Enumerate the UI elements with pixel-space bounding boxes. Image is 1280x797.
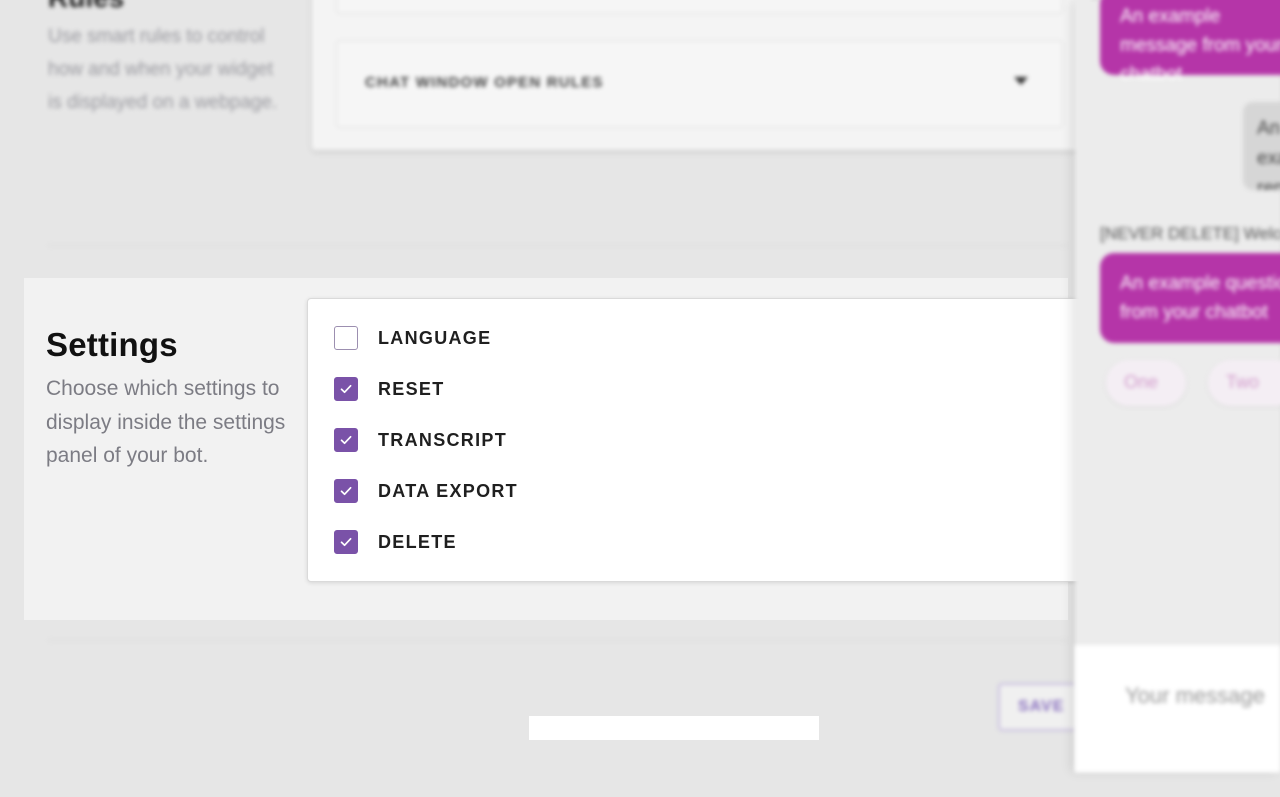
section-divider	[48, 640, 1068, 641]
option-transcript[interactable]: TRANSCRIPT	[334, 427, 507, 453]
checkmark-icon	[340, 486, 352, 496]
option-delete[interactable]: DELETE	[334, 529, 457, 555]
language-checkbox[interactable]	[334, 326, 358, 350]
message-input[interactable]: Your message	[1125, 683, 1265, 709]
chevron-down-icon	[1014, 77, 1028, 85]
rules-description: Use smart rules to control how and when …	[48, 26, 278, 113]
rules-previous-dropdown[interactable]	[336, 0, 1063, 14]
settings-title: Settings	[46, 326, 178, 363]
section-divider	[48, 245, 1068, 246]
checkmark-icon	[340, 435, 352, 445]
data-export-checkbox[interactable]	[334, 479, 358, 503]
chat-composer[interactable]: Your message	[1075, 645, 1280, 772]
checkmark-icon	[340, 384, 352, 394]
chat-window-open-rules-dropdown[interactable]: CHAT WINDOW OPEN RULES	[336, 40, 1063, 128]
quick-reply-two[interactable]: Two	[1208, 360, 1280, 406]
option-label: TRANSCRIPT	[378, 429, 507, 450]
user-message-bubble: An example reply to your chatbot	[1243, 102, 1280, 190]
rules-heading: Rules	[48, 0, 124, 14]
option-reset[interactable]: RESET	[334, 376, 445, 402]
quick-reply-one[interactable]: One	[1106, 360, 1186, 406]
bot-message-bubble: An example message from your chatbot	[1100, 0, 1280, 85]
settings-description: Choose which settings to display inside …	[46, 377, 286, 467]
white-bar	[529, 716, 819, 740]
delete-checkbox[interactable]	[334, 530, 358, 554]
chat-window-open-rules-label: CHAT WINDOW OPEN RULES	[365, 74, 604, 91]
option-language[interactable]: LANGUAGE	[334, 325, 491, 351]
transcript-checkbox[interactable]	[334, 428, 358, 452]
checkmark-icon	[340, 537, 352, 547]
option-label: DELETE	[378, 531, 457, 552]
option-label: LANGUAGE	[378, 327, 492, 348]
bot-question-bubble: An example question from your chatbot	[1100, 253, 1280, 343]
reset-checkbox[interactable]	[334, 377, 358, 401]
option-label: RESET	[378, 378, 445, 399]
conversation-section-label: [NEVER DELETE] Welcome	[1100, 224, 1280, 243]
option-data-export[interactable]: DATA EXPORT	[334, 478, 518, 504]
option-label: DATA EXPORT	[378, 480, 518, 501]
